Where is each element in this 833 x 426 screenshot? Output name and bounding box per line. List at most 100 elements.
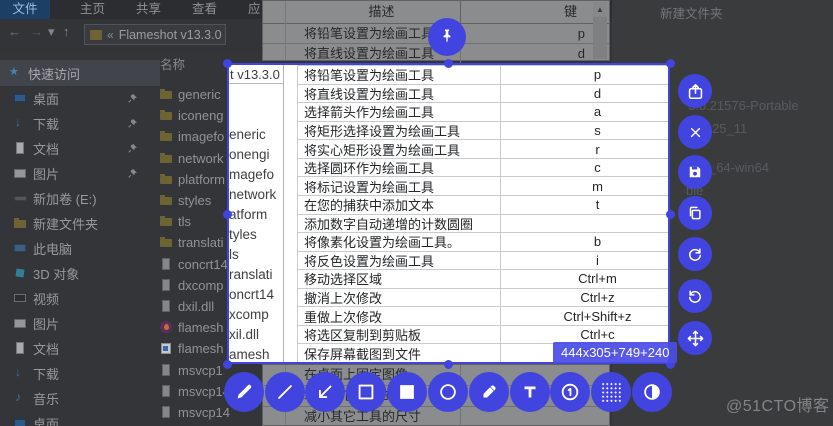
- file-item[interactable]: flamesh: [160, 317, 230, 338]
- filled-rectangle-icon: [400, 385, 414, 399]
- sidebar-item[interactable]: 桌面: [0, 411, 160, 426]
- sidebar-item-icon: [14, 142, 27, 155]
- selection-handle-bottom-left[interactable]: [223, 360, 232, 369]
- back-icon[interactable]: ←: [8, 24, 21, 39]
- sidebar-item[interactable]: 3D 对象: [0, 261, 160, 286]
- sidebar-item[interactable]: 音乐: [0, 386, 160, 411]
- file-item[interactable]: msvcp14: [160, 402, 230, 423]
- sidebar-item[interactable]: 下载: [0, 111, 160, 136]
- column-header-description[interactable]: 描述: [263, 1, 461, 23]
- folder-icon: [90, 29, 102, 40]
- file-item[interactable]: flamesh: [160, 338, 230, 359]
- pixelate-tool-button[interactable]: [591, 372, 631, 412]
- sidebar-item[interactable]: 新建文件夹: [0, 211, 160, 236]
- file-item[interactable]: concrt14: [160, 254, 230, 275]
- file-name: generic: [178, 87, 221, 103]
- file-item[interactable]: styles: [160, 190, 230, 211]
- file-name: iconeng: [178, 108, 224, 124]
- file-item[interactable]: dxcomp: [160, 275, 230, 296]
- file-name: translati: [178, 235, 224, 251]
- file-menu-tab[interactable]: 文件: [0, 0, 50, 19]
- line-tool-button[interactable]: [265, 372, 305, 412]
- sidebar-item-icon: [14, 366, 27, 380]
- file-icon: [160, 88, 173, 101]
- name-column-header[interactable]: 名称: [160, 54, 185, 73]
- filled-rectangle-tool-button[interactable]: [387, 372, 427, 412]
- file-item[interactable]: msvcp1: [160, 359, 230, 380]
- close-button[interactable]: [678, 115, 712, 149]
- ribbon-tab[interactable]: 查看: [192, 0, 220, 19]
- column-header-key[interactable]: 键: [461, 1, 609, 23]
- save-button[interactable]: [678, 155, 712, 189]
- pushpin-icon: [443, 29, 451, 43]
- table-scrollbar[interactable]: ▲: [593, 2, 607, 59]
- copy-button[interactable]: [678, 196, 712, 230]
- sidebar-item-label: 下载: [33, 117, 60, 132]
- file-item[interactable]: imagefo: [160, 126, 230, 147]
- file-name: msvcp14: [178, 404, 231, 420]
- file-item[interactable]: translati: [160, 232, 230, 253]
- arrow-tool-button[interactable]: [305, 372, 345, 412]
- move-icon: [687, 330, 703, 346]
- pencil-tool-button[interactable]: [224, 372, 264, 412]
- file-item[interactable]: platform: [160, 169, 230, 190]
- sidebar-item[interactable]: 图片: [0, 161, 160, 186]
- sidebar-item-label: 桌面: [33, 92, 60, 107]
- file-item[interactable]: iconeng: [160, 105, 230, 126]
- history-dropdown-icon[interactable]: ▾: [48, 24, 55, 40]
- file-item[interactable]: network: [160, 148, 230, 169]
- sidebar-item[interactable]: 视频: [0, 286, 160, 311]
- chevron-icon: «: [107, 27, 114, 42]
- ribbon-tab[interactable]: 共享: [136, 0, 164, 19]
- move-button[interactable]: [678, 321, 712, 355]
- sidebar-item[interactable]: 新加卷 (E:): [0, 186, 160, 211]
- file-item[interactable]: dxil.dll: [160, 296, 230, 317]
- undo-button[interactable]: [678, 279, 712, 313]
- file-name: dxcomp: [178, 277, 224, 293]
- sidebar-item-icon: [14, 217, 27, 230]
- selection-handle-top-left[interactable]: [223, 59, 232, 68]
- circle-tool-button[interactable]: [428, 372, 468, 412]
- selection-handle-mid-right[interactable]: [666, 210, 675, 219]
- pin-icon: [128, 144, 137, 153]
- file-icon: [160, 173, 173, 186]
- ribbon-tab[interactable]: 主页: [80, 0, 108, 19]
- selection-border[interactable]: [227, 63, 670, 364]
- selection-handle-top-center[interactable]: [444, 59, 453, 68]
- invert-tool-button[interactable]: [632, 372, 672, 412]
- forward-icon[interactable]: →: [30, 24, 43, 39]
- sidebar-item-icon: [14, 390, 27, 405]
- sidebar-item[interactable]: 文档: [0, 136, 160, 161]
- text-tool-button[interactable]: [510, 372, 550, 412]
- file-name: tls: [178, 214, 191, 230]
- sidebar-item[interactable]: 下载: [0, 361, 160, 386]
- selection-handle-mid-left[interactable]: [223, 210, 232, 219]
- address-bar[interactable]: « Flameshot v13.3.0: [84, 24, 226, 45]
- file-item[interactable]: tls: [160, 211, 230, 232]
- sidebar-item-quick-access[interactable]: 快速访问: [0, 60, 160, 86]
- pin-icon: [128, 169, 137, 178]
- pin-tool-button[interactable]: [428, 18, 466, 56]
- selection-handle-top-right[interactable]: [666, 59, 675, 68]
- counter-tool-button[interactable]: [550, 372, 590, 412]
- save-icon: [689, 166, 701, 178]
- table-gridline: [285, 1, 286, 60]
- sidebar-item[interactable]: 桌面: [0, 86, 160, 111]
- up-icon[interactable]: ↑: [63, 24, 70, 39]
- selection-size-badge: 444x305+749+240: [553, 342, 678, 363]
- sidebar-item[interactable]: 此电脑: [0, 236, 160, 261]
- rectangle-tool-button[interactable]: [346, 372, 386, 412]
- sidebar-item-label: 快速访问: [28, 66, 81, 82]
- redo-button[interactable]: [678, 237, 712, 271]
- scroll-up-icon[interactable]: ▲: [593, 2, 607, 17]
- file-name: network: [178, 150, 224, 166]
- desktop-folder-label[interactable]: 新建文件夹: [660, 3, 723, 22]
- file-icon: [160, 384, 173, 398]
- file-item[interactable]: msvcp14: [160, 381, 230, 402]
- open-app-button[interactable]: [678, 74, 712, 108]
- sidebar-item[interactable]: 图片: [0, 311, 160, 336]
- selection-handle-bottom-center[interactable]: [444, 360, 453, 369]
- sidebar-item[interactable]: 文档: [0, 336, 160, 361]
- file-item[interactable]: generic: [160, 84, 230, 105]
- marker-tool-button[interactable]: [469, 372, 509, 412]
